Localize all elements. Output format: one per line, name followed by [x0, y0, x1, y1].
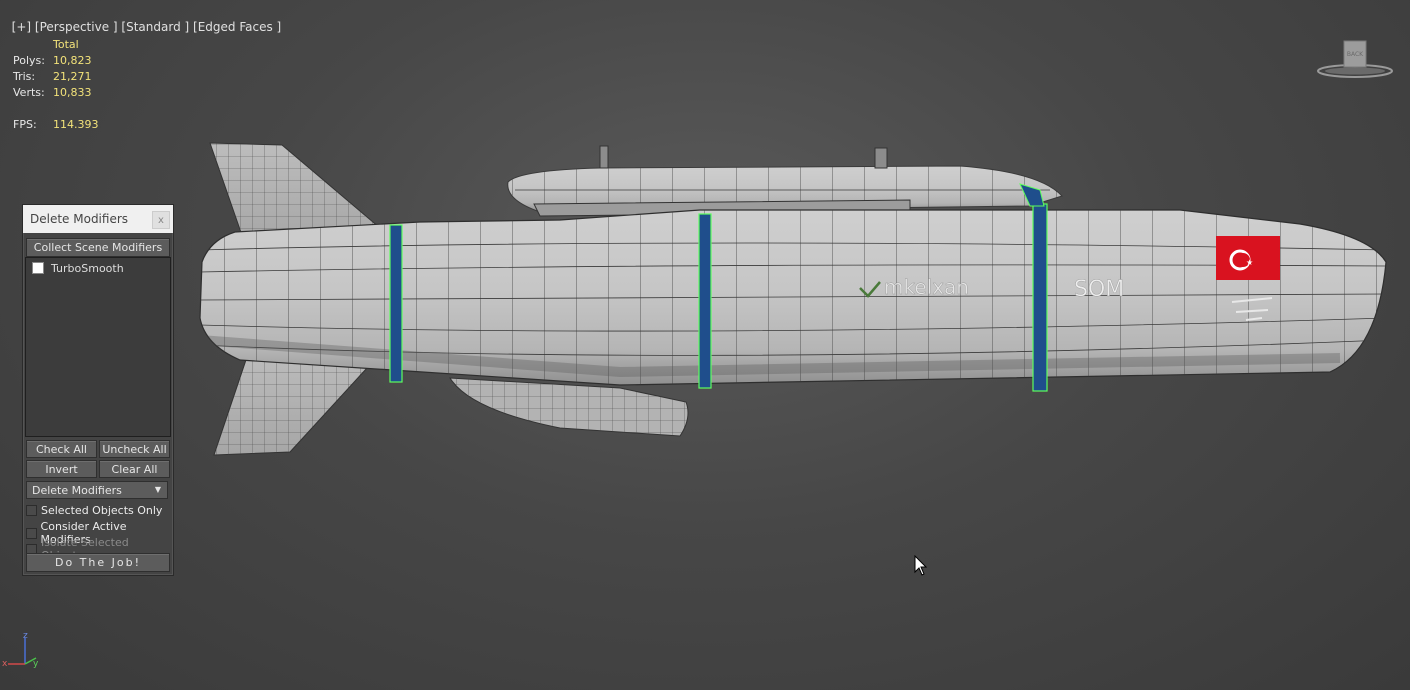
ventral-intake	[449, 377, 689, 437]
mode-select-value: Delete Modifiers	[32, 483, 122, 497]
do-the-job-button[interactable]: Do The Job!	[26, 553, 170, 572]
dialog-titlebar[interactable]: Delete Modifiers x	[23, 205, 173, 233]
axis-tripod: z x y	[2, 631, 39, 669]
y-axis-label: y	[33, 659, 39, 669]
upper-rail	[507, 145, 1063, 217]
mode-select[interactable]: Delete Modifiers ▼	[26, 481, 168, 499]
list-item[interactable]: TurboSmooth	[26, 260, 170, 276]
edge-loop-band[interactable]	[1032, 203, 1048, 392]
close-icon[interactable]: x	[152, 211, 170, 229]
checkbox-box[interactable]	[26, 505, 37, 516]
edge-loop-band[interactable]	[389, 224, 403, 383]
z-axis-label: z	[23, 631, 28, 641]
missile-model[interactable]: mkelxan SOM ★	[0, 0, 1410, 690]
invert-button[interactable]: Invert	[26, 460, 97, 478]
mouse-cursor-icon	[914, 555, 928, 576]
checkbox-label: Selected Objects Only	[41, 504, 163, 517]
delete-modifiers-dialog: Delete Modifiers x Collect Scene Modifie…	[22, 204, 174, 576]
uncheck-all-button[interactable]: Uncheck All	[99, 440, 170, 458]
modifier-list[interactable]: TurboSmooth	[25, 257, 171, 437]
missile-body	[199, 209, 1387, 386]
svg-text:★: ★	[1246, 258, 1253, 267]
check-all-button[interactable]: Check All	[26, 440, 97, 458]
dialog-title: Delete Modifiers	[30, 212, 129, 226]
collect-scene-modifiers-button[interactable]: Collect Scene Modifiers	[26, 238, 170, 257]
selected-objects-only-checkbox[interactable]: Selected Objects Only	[26, 504, 162, 517]
list-item-checkbox[interactable]	[32, 262, 44, 274]
x-axis-label: x	[2, 659, 8, 669]
list-item-label: TurboSmooth	[51, 261, 124, 275]
brand-marking: mkelxan	[884, 275, 969, 299]
chevron-down-icon: ▼	[154, 485, 161, 494]
model-marking: SOM	[1074, 277, 1124, 302]
edge-loop-band[interactable]	[698, 213, 712, 389]
clear-all-button[interactable]: Clear All	[99, 460, 170, 478]
